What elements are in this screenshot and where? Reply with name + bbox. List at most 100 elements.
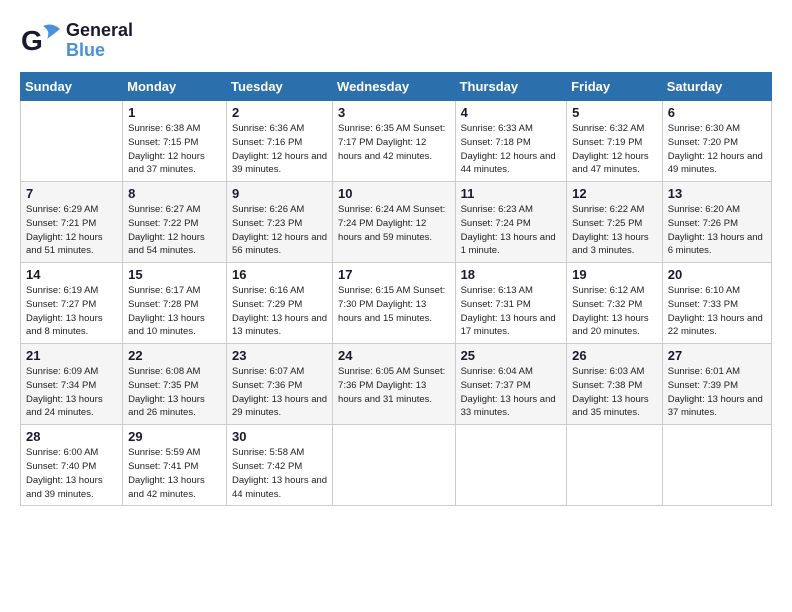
- calendar-day-cell: 22 Sunrise: 6:08 AM Sunset: 7:35 PM Dayli…: [123, 344, 227, 425]
- logo-icon: G: [20, 20, 62, 62]
- calendar-day-cell: 4 Sunrise: 6:33 AM Sunset: 7:18 PM Daylig…: [455, 101, 567, 182]
- day-number: 12: [572, 186, 657, 201]
- day-number: 20: [668, 267, 766, 282]
- day-number: 14: [26, 267, 117, 282]
- day-info: Sunrise: 6:13 AM Sunset: 7:31 PM Dayligh…: [461, 284, 562, 339]
- calendar-day-cell: 1Sunrise: 6:38 AM Sunset: 7:15 PM Daylig…: [123, 101, 227, 182]
- calendar-day-cell: 27 Sunrise: 6:01 AM Sunset: 7:39 PM Dayli…: [662, 344, 771, 425]
- day-info: Sunrise: 6:38 AM Sunset: 7:15 PM Dayligh…: [128, 122, 221, 177]
- day-info: Sunrise: 6:33 AM Sunset: 7:18 PM Dayligh…: [461, 122, 562, 177]
- day-info: Sunrise: 6:12 AM Sunset: 7:32 PM Dayligh…: [572, 284, 657, 339]
- day-number: 4: [461, 105, 562, 120]
- day-of-week-header: Sunday: [21, 73, 123, 101]
- day-info: Sunrise: 6:26 AM Sunset: 7:23 PM Dayligh…: [232, 203, 327, 258]
- day-number: 18: [461, 267, 562, 282]
- day-number: 26: [572, 348, 657, 363]
- day-info: Sunrise: 6:17 AM Sunset: 7:28 PM Dayligh…: [128, 284, 221, 339]
- calendar-day-cell: [567, 425, 663, 506]
- day-info: Sunrise: 6:10 AM Sunset: 7:33 PM Dayligh…: [668, 284, 766, 339]
- day-number: 7: [26, 186, 117, 201]
- day-number: 21: [26, 348, 117, 363]
- day-info: Sunrise: 6:09 AM Sunset: 7:34 PM Dayligh…: [26, 365, 117, 420]
- day-number: 6: [668, 105, 766, 120]
- calendar-week-row: 1Sunrise: 6:38 AM Sunset: 7:15 PM Daylig…: [21, 101, 772, 182]
- day-number: 11: [461, 186, 562, 201]
- calendar-day-cell: 10 Sunrise: 6:24 AM Sunset: 7:24 PM Dayli…: [333, 182, 456, 263]
- calendar-day-cell: 2 Sunrise: 6:36 AM Sunset: 7:16 PM Daylig…: [227, 101, 333, 182]
- day-number: 29: [128, 429, 221, 444]
- calendar-day-cell: 9 Sunrise: 6:26 AM Sunset: 7:23 PM Daylig…: [227, 182, 333, 263]
- day-of-week-header: Monday: [123, 73, 227, 101]
- day-of-week-header: Wednesday: [333, 73, 456, 101]
- calendar-day-cell: 7 Sunrise: 6:29 AM Sunset: 7:21 PM Daylig…: [21, 182, 123, 263]
- day-info: Sunrise: 6:00 AM Sunset: 7:40 PM Dayligh…: [26, 446, 117, 501]
- logo: G GeneralBlue: [20, 20, 133, 62]
- day-number: 24: [338, 348, 450, 363]
- day-info: Sunrise: 6:15 AM Sunset: 7:30 PM Dayligh…: [338, 284, 450, 325]
- day-info: Sunrise: 6:08 AM Sunset: 7:35 PM Dayligh…: [128, 365, 221, 420]
- day-number: 17: [338, 267, 450, 282]
- calendar-day-cell: 17 Sunrise: 6:15 AM Sunset: 7:30 PM Dayli…: [333, 263, 456, 344]
- calendar-day-cell: [662, 425, 771, 506]
- calendar-day-cell: 23Sunrise: 6:07 AM Sunset: 7:36 PM Dayli…: [227, 344, 333, 425]
- day-info: Sunrise: 6:01 AM Sunset: 7:39 PM Dayligh…: [668, 365, 766, 420]
- calendar-day-cell: 11 Sunrise: 6:23 AM Sunset: 7:24 PM Dayli…: [455, 182, 567, 263]
- calendar-day-cell: 28 Sunrise: 6:00 AM Sunset: 7:40 PM Dayli…: [21, 425, 123, 506]
- day-number: 3: [338, 105, 450, 120]
- day-info: Sunrise: 6:27 AM Sunset: 7:22 PM Dayligh…: [128, 203, 221, 258]
- day-info: Sunrise: 6:29 AM Sunset: 7:21 PM Dayligh…: [26, 203, 117, 258]
- day-info: Sunrise: 6:23 AM Sunset: 7:24 PM Dayligh…: [461, 203, 562, 258]
- calendar-body: 1Sunrise: 6:38 AM Sunset: 7:15 PM Daylig…: [21, 101, 772, 506]
- calendar-day-cell: 25Sunrise: 6:04 AM Sunset: 7:37 PM Dayli…: [455, 344, 567, 425]
- calendar-day-cell: 13 Sunrise: 6:20 AM Sunset: 7:26 PM Dayli…: [662, 182, 771, 263]
- day-number: 19: [572, 267, 657, 282]
- calendar-day-cell: 12 Sunrise: 6:22 AM Sunset: 7:25 PM Dayli…: [567, 182, 663, 263]
- day-info: Sunrise: 6:35 AM Sunset: 7:17 PM Dayligh…: [338, 122, 450, 163]
- day-info: Sunrise: 6:36 AM Sunset: 7:16 PM Dayligh…: [232, 122, 327, 177]
- calendar-week-row: 7 Sunrise: 6:29 AM Sunset: 7:21 PM Daylig…: [21, 182, 772, 263]
- day-number: 22: [128, 348, 221, 363]
- calendar-day-cell: 30Sunrise: 5:58 AM Sunset: 7:42 PM Dayli…: [227, 425, 333, 506]
- calendar-day-cell: [455, 425, 567, 506]
- day-info: Sunrise: 5:58 AM Sunset: 7:42 PM Dayligh…: [232, 446, 327, 501]
- day-number: 15: [128, 267, 221, 282]
- day-of-week-header: Tuesday: [227, 73, 333, 101]
- calendar-table: SundayMondayTuesdayWednesdayThursdayFrid…: [20, 72, 772, 506]
- calendar-day-cell: 5 Sunrise: 6:32 AM Sunset: 7:19 PM Daylig…: [567, 101, 663, 182]
- day-number: 2: [232, 105, 327, 120]
- day-number: 9: [232, 186, 327, 201]
- calendar-day-cell: 20 Sunrise: 6:10 AM Sunset: 7:33 PM Dayli…: [662, 263, 771, 344]
- calendar-day-cell: 15 Sunrise: 6:17 AM Sunset: 7:28 PM Dayli…: [123, 263, 227, 344]
- day-info: Sunrise: 6:22 AM Sunset: 7:25 PM Dayligh…: [572, 203, 657, 258]
- day-of-week-header: Friday: [567, 73, 663, 101]
- day-info: Sunrise: 6:20 AM Sunset: 7:26 PM Dayligh…: [668, 203, 766, 258]
- day-info: Sunrise: 6:24 AM Sunset: 7:24 PM Dayligh…: [338, 203, 450, 244]
- day-info: Sunrise: 6:30 AM Sunset: 7:20 PM Dayligh…: [668, 122, 766, 177]
- calendar-day-cell: 8 Sunrise: 6:27 AM Sunset: 7:22 PM Daylig…: [123, 182, 227, 263]
- calendar-week-row: 14Sunrise: 6:19 AM Sunset: 7:27 PM Dayli…: [21, 263, 772, 344]
- day-info: Sunrise: 5:59 AM Sunset: 7:41 PM Dayligh…: [128, 446, 221, 501]
- calendar-week-row: 21 Sunrise: 6:09 AM Sunset: 7:34 PM Dayli…: [21, 344, 772, 425]
- calendar-week-row: 28 Sunrise: 6:00 AM Sunset: 7:40 PM Dayli…: [21, 425, 772, 506]
- calendar-day-cell: [21, 101, 123, 182]
- day-number: 28: [26, 429, 117, 444]
- day-info: Sunrise: 6:03 AM Sunset: 7:38 PM Dayligh…: [572, 365, 657, 420]
- day-number: 23: [232, 348, 327, 363]
- day-number: 13: [668, 186, 766, 201]
- calendar-day-cell: 6 Sunrise: 6:30 AM Sunset: 7:20 PM Daylig…: [662, 101, 771, 182]
- calendar-day-cell: 14Sunrise: 6:19 AM Sunset: 7:27 PM Dayli…: [21, 263, 123, 344]
- day-number: 5: [572, 105, 657, 120]
- day-of-week-header: Thursday: [455, 73, 567, 101]
- day-number: 8: [128, 186, 221, 201]
- calendar-day-cell: 26 Sunrise: 6:03 AM Sunset: 7:38 PM Dayli…: [567, 344, 663, 425]
- logo-text: GeneralBlue: [66, 21, 133, 61]
- calendar-day-cell: 3 Sunrise: 6:35 AM Sunset: 7:17 PM Daylig…: [333, 101, 456, 182]
- calendar-day-cell: 29 Sunrise: 5:59 AM Sunset: 7:41 PM Dayli…: [123, 425, 227, 506]
- calendar-day-cell: 18 Sunrise: 6:13 AM Sunset: 7:31 PM Dayli…: [455, 263, 567, 344]
- day-number: 25: [461, 348, 562, 363]
- day-of-week-header: Saturday: [662, 73, 771, 101]
- day-number: 10: [338, 186, 450, 201]
- day-number: 27: [668, 348, 766, 363]
- svg-text:G: G: [21, 25, 43, 56]
- day-info: Sunrise: 6:32 AM Sunset: 7:19 PM Dayligh…: [572, 122, 657, 177]
